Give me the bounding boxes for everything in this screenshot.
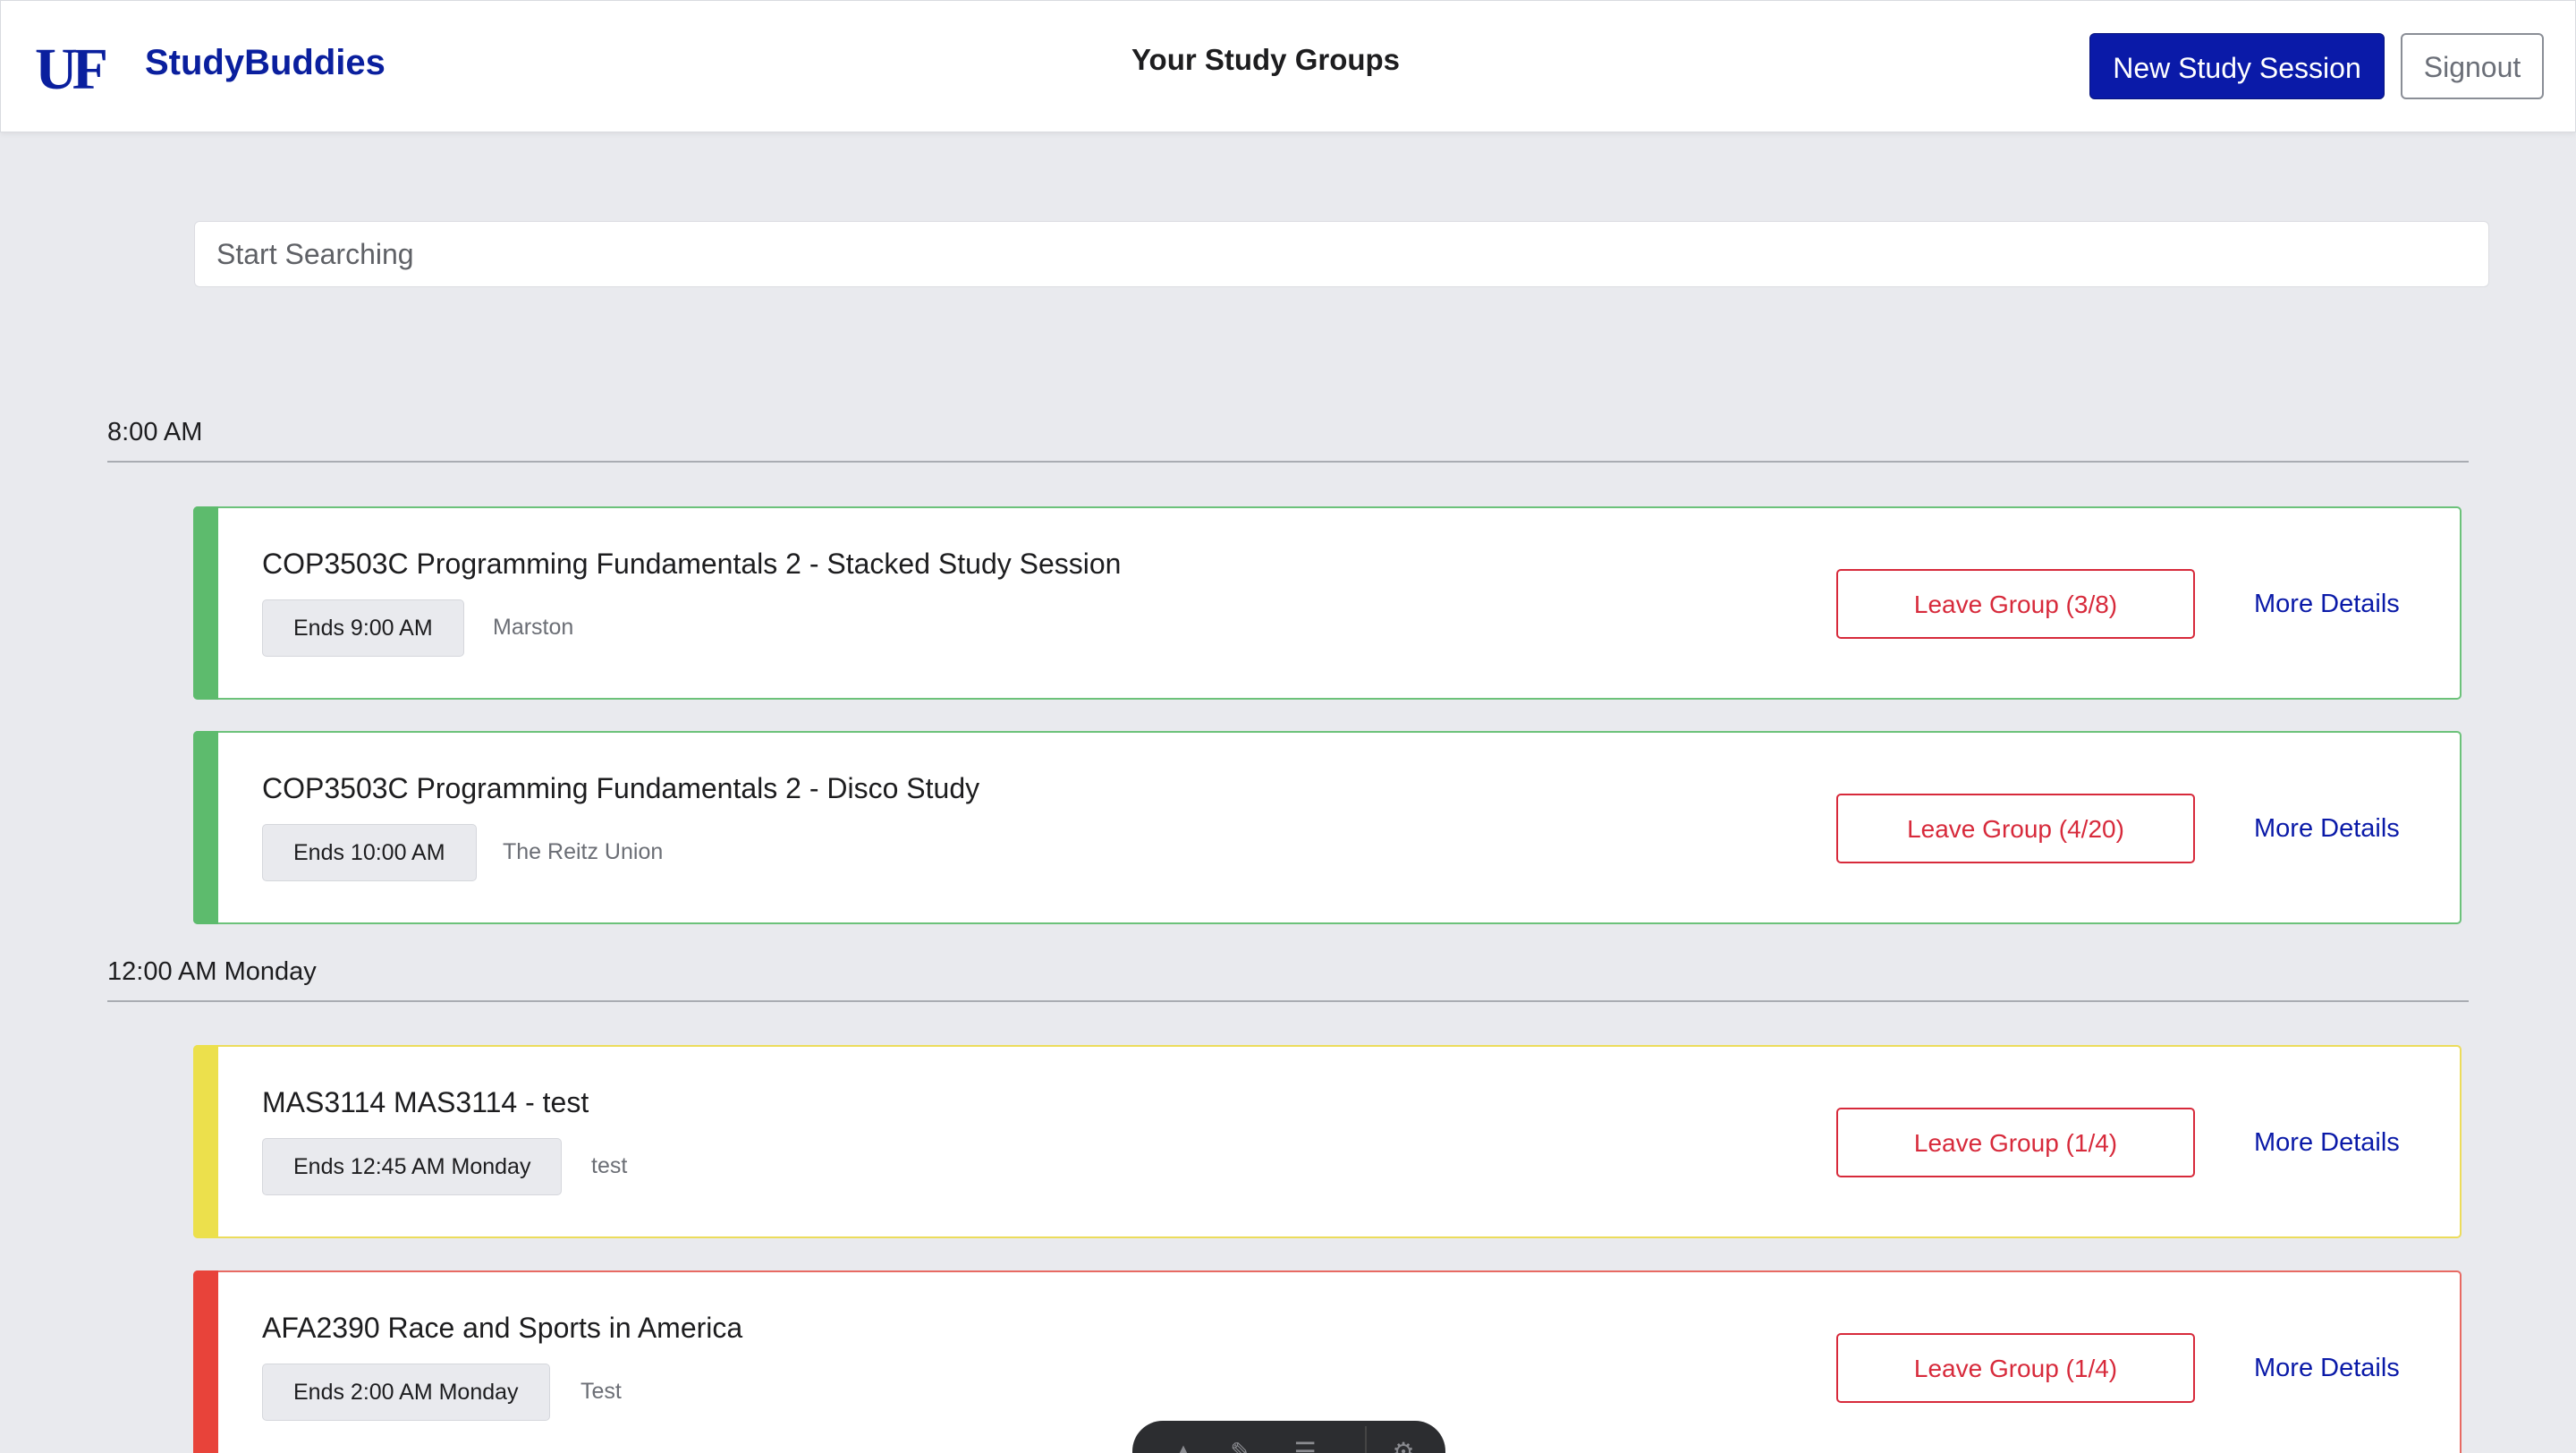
session-title: COP3503C Programming Fundamentals 2 - Di… bbox=[262, 772, 980, 804]
session-title: MAS3114 MAS3114 - test bbox=[262, 1086, 589, 1118]
ends-badge: Ends 12:45 AM Monday bbox=[262, 1138, 563, 1195]
session-title: AFA2390 Race and Sports in America bbox=[262, 1312, 743, 1344]
ends-badge: Ends 2:00 AM Monday bbox=[262, 1364, 550, 1421]
pointer-icon[interactable]: ▲ bbox=[1168, 1437, 1199, 1453]
settings-icon[interactable]: ⚙ bbox=[1388, 1437, 1419, 1453]
divider bbox=[107, 1000, 2469, 1002]
study-session-card: COP3503C Programming Fundamentals 2 - St… bbox=[193, 506, 2462, 700]
time-heading: 12:00 AM Monday bbox=[107, 957, 317, 986]
notes-icon[interactable]: ☰ bbox=[1290, 1437, 1320, 1453]
leave-group-button[interactable]: Leave Group (1/4) bbox=[1836, 1108, 2195, 1177]
more-details-link[interactable]: More Details bbox=[2254, 1333, 2400, 1403]
page: UF StudyBuddies Your Study Groups New St… bbox=[0, 0, 2576, 1453]
session-location: Test bbox=[580, 1379, 622, 1404]
status-stripe bbox=[193, 506, 218, 700]
more-details-link[interactable]: More Details bbox=[2254, 1108, 2400, 1177]
status-stripe bbox=[193, 731, 218, 924]
top-navbar: UF StudyBuddies Your Study Groups New St… bbox=[0, 0, 2576, 132]
time-heading: 8:00 AM bbox=[107, 418, 203, 446]
new-study-session-button[interactable]: New Study Session bbox=[2089, 33, 2385, 99]
ends-badge: Ends 10:00 AM bbox=[262, 824, 477, 881]
more-details-link[interactable]: More Details bbox=[2254, 569, 2400, 639]
session-location: test bbox=[591, 1153, 628, 1178]
ends-badge: Ends 9:00 AM bbox=[262, 599, 464, 657]
uf-logo-icon[interactable]: UF bbox=[35, 38, 115, 94]
toolbar-separator bbox=[1365, 1426, 1367, 1453]
leave-group-button[interactable]: Leave Group (3/8) bbox=[1836, 569, 2195, 639]
study-session-card: MAS3114 MAS3114 - test Ends 12:45 AM Mon… bbox=[193, 1045, 2462, 1238]
session-location: The Reitz Union bbox=[503, 839, 664, 864]
session-location: Marston bbox=[493, 615, 574, 640]
status-stripe bbox=[193, 1270, 218, 1453]
signout-button[interactable]: Signout bbox=[2401, 33, 2544, 99]
svg-text:UF: UF bbox=[35, 38, 106, 94]
leave-group-button[interactable]: Leave Group (4/20) bbox=[1836, 794, 2195, 863]
search-input[interactable] bbox=[194, 221, 2489, 287]
leave-group-button[interactable]: Leave Group (1/4) bbox=[1836, 1333, 2195, 1403]
pen-icon[interactable]: ✎ bbox=[1225, 1437, 1256, 1453]
status-stripe bbox=[193, 1045, 218, 1238]
session-title: COP3503C Programming Fundamentals 2 - St… bbox=[262, 548, 1122, 580]
floating-toolbar: ▲ ✎ ☰ ⚙ bbox=[1132, 1421, 1445, 1453]
brand-name[interactable]: StudyBuddies bbox=[145, 40, 386, 85]
more-details-link[interactable]: More Details bbox=[2254, 794, 2400, 863]
divider bbox=[107, 461, 2469, 463]
study-session-card: COP3503C Programming Fundamentals 2 - Di… bbox=[193, 731, 2462, 924]
